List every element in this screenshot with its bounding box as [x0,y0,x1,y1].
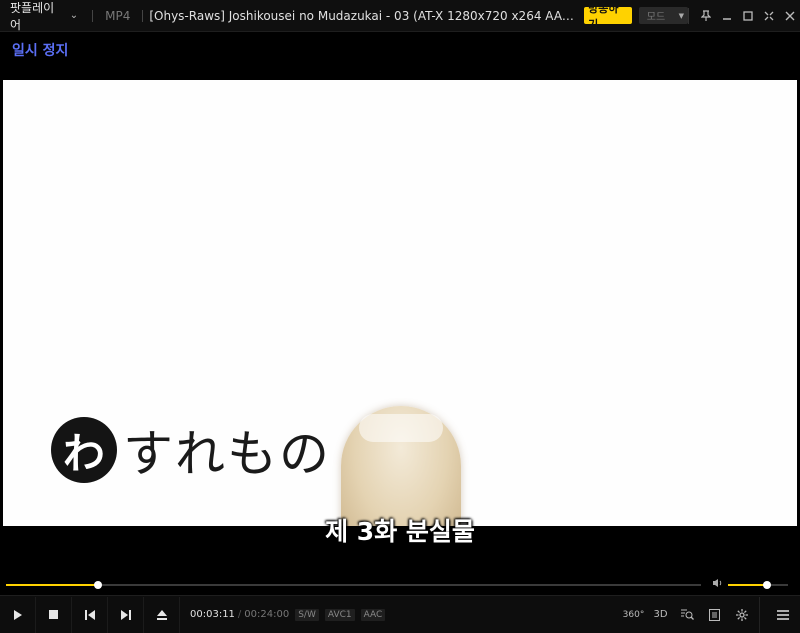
volume-handle[interactable] [763,581,771,589]
play-icon [14,609,22,620]
capsule-object [341,406,461,526]
stop-icon [49,610,58,619]
volume-icon[interactable] [712,578,723,591]
3d-button[interactable]: 3D [647,597,674,633]
play-button[interactable] [0,596,36,633]
seek-progress [6,584,99,586]
video-codec-badge[interactable]: AVC1 [324,608,355,621]
logo-circle: わ [51,417,117,483]
current-time: 00:03:11 [190,609,235,620]
maximize-icon[interactable] [737,5,758,26]
title-bar: 팟플레이어 ⌄ MP4 [Ohys-Raws] Joshikousei no M… [0,0,800,32]
volume-slider[interactable] [728,581,788,589]
pin-icon[interactable] [695,5,716,26]
hamburger-icon [777,609,789,620]
right-toolbar: 360° 3D [620,596,800,633]
control-bar: 00:03:11 / 00:24:00 S/W AVC1 AAC 360° 3D [0,595,800,633]
show-logo: わ すれもの [51,414,331,486]
previous-button[interactable] [72,596,108,633]
eject-icon [156,609,167,620]
mode-dropdown[interactable]: 모드 ▼ [638,7,688,24]
gear-icon [735,608,748,621]
vr-360-icon: 360° [622,609,645,620]
mode-label: 모드 [646,12,666,23]
time-separator: / [237,609,242,620]
vr-360-button[interactable]: 360° [620,597,647,633]
app-menu-button[interactable]: 팟플레이어 ⌄ [0,0,86,32]
search-list-icon [681,609,694,620]
chevron-down-icon: ⌄ [69,10,79,21]
eject-button[interactable] [144,596,180,633]
settings-button[interactable] [728,597,755,633]
seek-handle[interactable] [94,581,103,589]
playback-status: 일시 정지 [12,43,69,59]
logo-text: すれもの [123,425,331,483]
broadcast-label: 방송하기 [588,1,619,31]
divider [688,7,689,24]
divider [759,596,760,633]
divider [92,9,94,22]
minimize-icon[interactable] [716,5,737,26]
next-button[interactable] [108,596,144,633]
fullscreen-icon[interactable] [758,5,779,26]
divider [142,9,144,22]
seek-area [0,577,800,595]
close-icon[interactable] [779,5,800,26]
volume-level [728,584,767,586]
app-name: 팟플레이어 [10,0,55,32]
video-frame[interactable]: わ すれもの [3,80,797,526]
broadcast-button[interactable]: 방송하기 [584,2,632,31]
main-menu-button[interactable] [766,597,800,633]
format-label: MP4 [105,8,131,23]
decoder-badge[interactable]: S/W [295,608,319,621]
stop-button[interactable] [36,596,72,633]
caret-down-icon: ▼ [678,11,684,20]
3d-icon: 3D [653,609,668,620]
search-list-button[interactable] [674,597,701,633]
audio-codec-badge[interactable]: AAC [360,608,386,621]
window-controls [688,0,800,31]
skip-previous-icon [84,609,95,620]
subtitle-text: 제 3화 분실물 [325,517,475,546]
total-time: 00:24:00 [244,609,290,620]
seek-bar[interactable] [6,581,701,589]
skip-next-icon [120,609,131,620]
playlist-button[interactable] [701,597,728,633]
file-title: [Ohys-Raws] Joshikousei no Mudazukai - 0… [149,8,581,23]
document-icon [709,608,720,621]
